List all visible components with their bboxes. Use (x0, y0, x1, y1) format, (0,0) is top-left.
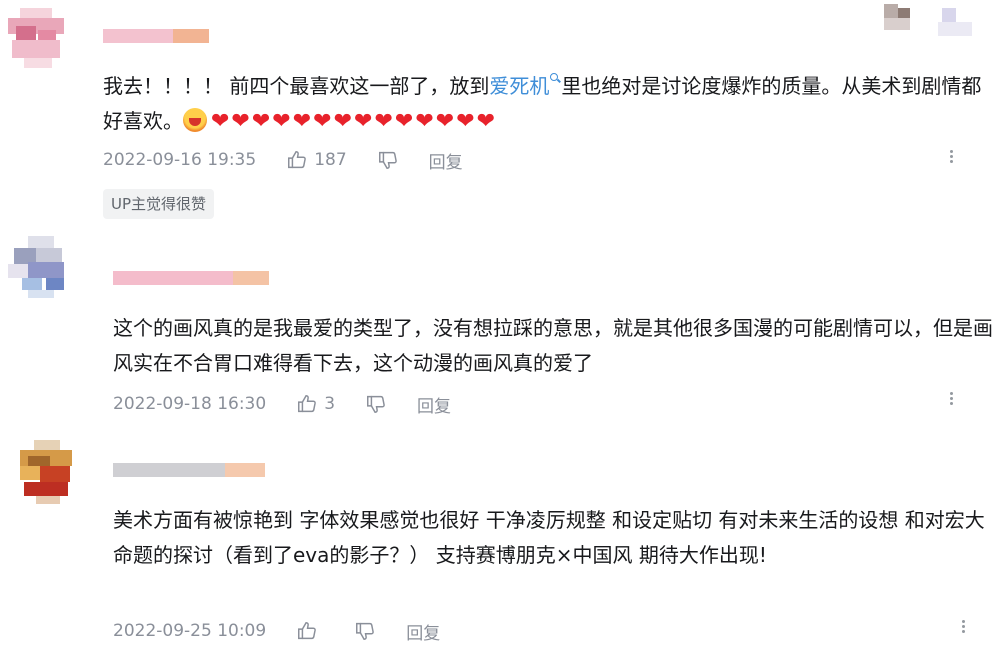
like-button[interactable]: 187 (286, 149, 347, 171)
comment-time: 2022-09-18 16:30 (113, 394, 267, 414)
thumbs-down-icon (367, 395, 385, 413)
search-icon[interactable] (549, 73, 561, 87)
thumbs-down-icon (356, 622, 375, 640)
avatar[interactable] (4, 8, 76, 72)
username-blurred[interactable] (113, 463, 265, 477)
comment-meta: 2022-09-18 16:30 3 回复 (113, 392, 451, 417)
avatar[interactable] (8, 236, 80, 300)
comment-item: 这个的画风真的是我最爱的类型了，没有想拉踩的意思，就是其他很多国漫的可能剧情可以… (0, 230, 1007, 430)
dislike-button[interactable] (354, 620, 376, 642)
reply-button[interactable]: 回复 (429, 148, 463, 173)
laughing-emoji-icon (183, 108, 207, 132)
like-count: 187 (314, 150, 347, 170)
thumbs-up-icon (298, 622, 317, 640)
username-blurred[interactable] (103, 29, 209, 43)
like-button[interactable] (296, 620, 324, 642)
comment-text-part: 我去！！！！ 前四个最喜欢这一部了，放到 (103, 74, 490, 98)
comment-time: 2022-09-25 10:09 (113, 621, 267, 641)
reply-button[interactable]: 回复 (406, 619, 440, 644)
thumbs-up-icon (298, 395, 317, 413)
comment-meta: 2022-09-16 19:35 187 回复 (103, 148, 463, 173)
heart-emoji-icons: ❤❤❤❤❤❤❤❤❤❤❤❤❤❤ (211, 109, 498, 134)
comment-item: 美术方面有被惊艳到 字体效果感觉也很好 干净凌厉规整 和设定贴切 有对未来生活的… (0, 430, 1007, 665)
avatar[interactable] (14, 440, 86, 504)
more-vertical-icon[interactable] (948, 390, 954, 410)
username-blurred[interactable] (113, 271, 269, 285)
like-count: 3 (324, 394, 336, 414)
thumbs-down-icon (378, 151, 397, 169)
more-vertical-icon[interactable] (960, 618, 966, 638)
up-liked-badge: UP主觉得很赞 (103, 189, 215, 219)
comment-text: 我去！！！！ 前四个最喜欢这一部了，放到爱死机 里也绝对是讨论度爆炸的质量。从美术… (103, 69, 993, 139)
comment-item: 我去！！！！ 前四个最喜欢这一部了，放到爱死机 里也绝对是讨论度爆炸的质量。从美术… (0, 0, 1007, 230)
comment-text: 这个的画风真的是我最爱的类型了，没有想拉踩的意思，就是其他很多国漫的可能剧情可以… (113, 316, 993, 375)
comment-meta: 2022-09-25 10:09 回复 (113, 619, 440, 644)
like-button[interactable]: 3 (296, 393, 335, 415)
dislike-button[interactable] (365, 393, 387, 415)
reply-button[interactable]: 回复 (417, 392, 451, 417)
comment-text: 美术方面有被惊艳到 字体效果感觉也很好 干净凌厉规整 和设定贴切 有对未来生活的… (113, 508, 985, 567)
keyword-link[interactable]: 爱死机 (489, 74, 549, 98)
comment-time: 2022-09-16 19:35 (103, 150, 257, 170)
dislike-button[interactable] (377, 149, 399, 171)
thumbs-up-icon (288, 151, 307, 169)
more-vertical-icon[interactable] (948, 148, 954, 168)
